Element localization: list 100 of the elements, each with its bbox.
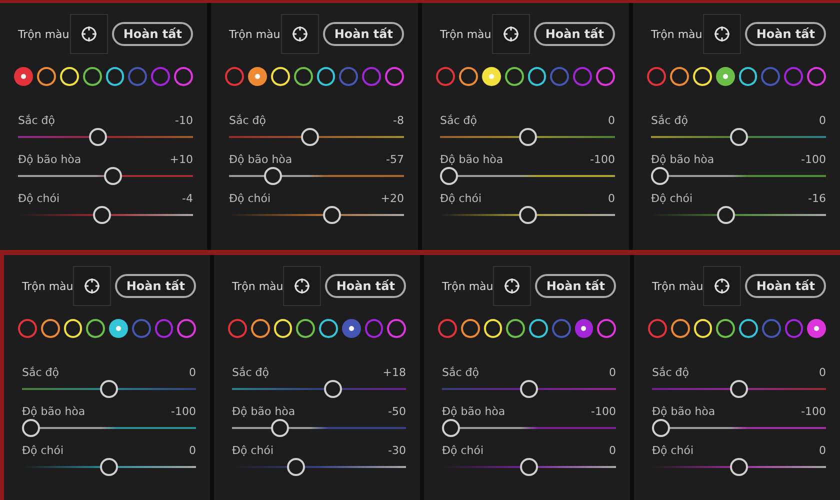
color-swatch[interactable]	[596, 67, 615, 86]
color-swatch[interactable]	[573, 67, 592, 86]
target-picker-button[interactable]	[70, 14, 108, 54]
color-swatch[interactable]	[784, 319, 804, 338]
color-swatch[interactable]	[228, 319, 247, 338]
color-swatch[interactable]	[177, 319, 196, 338]
slider-thumb[interactable]	[730, 380, 748, 398]
color-swatch[interactable]	[36, 67, 56, 86]
slider-thumb[interactable]	[264, 167, 282, 185]
color-swatch[interactable]	[552, 319, 570, 338]
slider-thumb[interactable]	[440, 167, 458, 185]
color-swatch[interactable]	[647, 67, 666, 86]
color-swatch[interactable]	[670, 319, 690, 338]
color-swatch[interactable]	[387, 319, 406, 338]
target-picker-button[interactable]	[492, 14, 530, 54]
done-button[interactable]: Hoàn tất	[115, 274, 196, 298]
color-swatch[interactable]	[342, 319, 360, 338]
slider-thumb[interactable]	[520, 380, 538, 398]
color-swatch[interactable]	[106, 67, 124, 86]
slider-thumb[interactable]	[652, 419, 670, 437]
done-button[interactable]: Hoàn tất	[112, 22, 193, 46]
color-swatch[interactable]	[807, 67, 826, 86]
color-swatch[interactable]	[296, 319, 315, 338]
done-button[interactable]: Hoàn tất	[745, 274, 826, 298]
color-swatch[interactable]	[529, 319, 548, 338]
slider-thumb[interactable]	[730, 458, 748, 476]
color-swatch[interactable]	[716, 67, 734, 86]
target-picker-button[interactable]	[493, 266, 532, 306]
color-swatch[interactable]	[248, 67, 267, 86]
color-swatch[interactable]	[154, 319, 174, 338]
color-swatch[interactable]	[506, 319, 525, 338]
slider-thumb[interactable]	[518, 128, 536, 146]
color-swatch[interactable]	[385, 67, 404, 86]
color-swatch[interactable]	[18, 319, 37, 338]
color-swatch[interactable]	[597, 319, 616, 338]
color-swatch[interactable]	[109, 319, 128, 338]
color-swatch[interactable]	[225, 67, 244, 86]
color-swatch[interactable]	[670, 67, 689, 86]
color-swatch[interactable]	[648, 319, 667, 338]
color-swatch[interactable]	[14, 67, 33, 86]
color-swatch[interactable]	[716, 319, 735, 338]
color-swatch[interactable]	[174, 67, 193, 86]
color-swatch[interactable]	[438, 319, 457, 338]
color-swatch[interactable]	[86, 319, 105, 338]
color-swatch[interactable]	[319, 319, 338, 338]
target-picker-button[interactable]	[73, 266, 112, 306]
color-swatch[interactable]	[364, 319, 384, 338]
done-button[interactable]: Hoàn tất	[534, 22, 615, 46]
color-swatch[interactable]	[294, 67, 312, 86]
slider-label: Sắc độ	[651, 114, 688, 127]
color-swatch[interactable]	[550, 67, 570, 86]
color-swatch[interactable]	[738, 67, 758, 86]
color-swatch[interactable]	[316, 67, 336, 86]
done-button[interactable]: Hoàn tất	[745, 22, 826, 46]
slider-value: -50	[388, 405, 406, 418]
slider-thumb[interactable]	[100, 458, 118, 476]
done-button[interactable]: Hoàn tất	[323, 22, 404, 46]
slider-thumb[interactable]	[100, 380, 118, 398]
slider-label: Sắc độ	[229, 114, 266, 127]
slider-thumb[interactable]	[716, 206, 735, 224]
color-swatch[interactable]	[132, 319, 150, 338]
color-swatch[interactable]	[784, 67, 804, 86]
color-swatch[interactable]	[339, 67, 358, 86]
color-swatch[interactable]	[762, 319, 780, 338]
color-swatch[interactable]	[574, 319, 594, 338]
color-swatch[interactable]	[504, 67, 524, 86]
color-swatch[interactable]	[82, 67, 102, 86]
color-swatch[interactable]	[151, 67, 170, 86]
panel-title: Trộn màu	[22, 280, 74, 292]
color-swatch[interactable]	[250, 319, 270, 338]
slider-thumb[interactable]	[271, 419, 289, 437]
color-swatch[interactable]	[807, 319, 826, 338]
slider-thumb[interactable]	[323, 206, 342, 224]
color-swatch[interactable]	[128, 67, 148, 86]
color-swatch[interactable]	[362, 67, 382, 86]
slider-thumb[interactable]	[730, 128, 748, 146]
done-button[interactable]: Hoàn tất	[535, 274, 616, 298]
slider-thumb[interactable]	[22, 419, 40, 437]
color-swatch[interactable]	[436, 67, 455, 86]
slider-thumb[interactable]	[301, 128, 320, 146]
slider-thumb[interactable]	[286, 458, 305, 476]
slider-thumb[interactable]	[93, 206, 112, 224]
color-swatch[interactable]	[458, 67, 478, 86]
color-swatch[interactable]	[528, 67, 546, 86]
done-button[interactable]: Hoàn tất	[325, 274, 406, 298]
color-swatch[interactable]	[40, 319, 60, 338]
slider-thumb[interactable]	[651, 167, 669, 185]
slider-thumb[interactable]	[518, 206, 536, 224]
color-swatch[interactable]	[460, 319, 480, 338]
slider-thumb[interactable]	[324, 380, 342, 398]
target-picker-button[interactable]	[703, 266, 742, 306]
target-picker-button[interactable]	[281, 14, 320, 54]
slider-thumb[interactable]	[88, 128, 107, 146]
color-swatch[interactable]	[761, 67, 780, 86]
slider-thumb[interactable]	[520, 458, 538, 476]
target-picker-button[interactable]	[703, 14, 742, 54]
slider-thumb[interactable]	[442, 419, 460, 437]
color-swatch[interactable]	[739, 319, 758, 338]
slider-thumb[interactable]	[104, 167, 122, 185]
target-picker-button[interactable]	[283, 266, 322, 306]
